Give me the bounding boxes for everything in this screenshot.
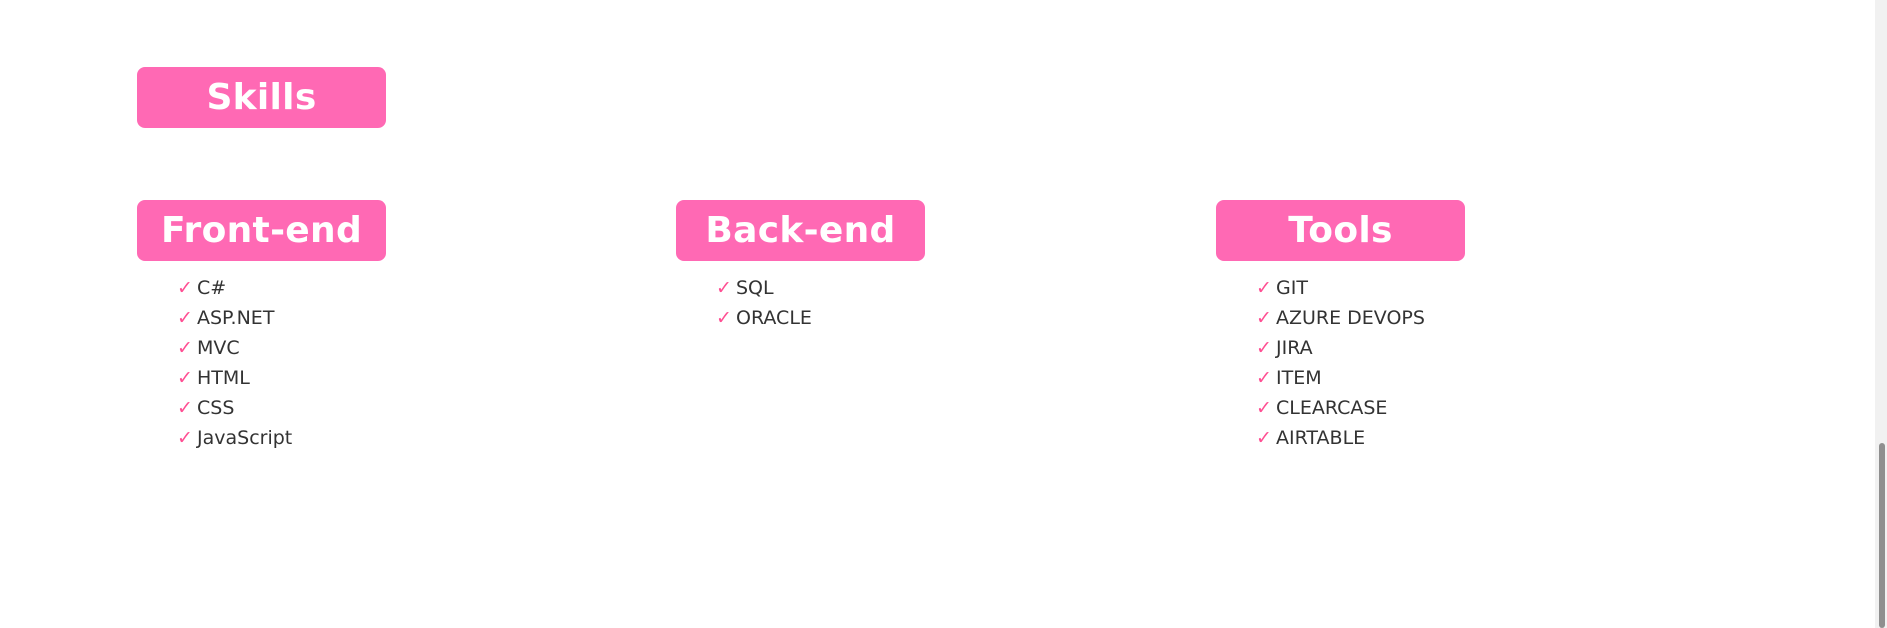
skill-label: ORACLE (736, 307, 812, 329)
check-icon: ✓ (1256, 397, 1272, 419)
back-end-list: ✓ SQL ✓ ORACLE (716, 273, 812, 333)
check-icon: ✓ (1256, 337, 1272, 359)
front-end-list: ✓ C# ✓ ASP.NET ✓ MVC ✓ HTML ✓ CSS ✓ JavaScript (177, 273, 292, 453)
skill-label: CLEARCASE (1276, 397, 1388, 419)
check-icon: ✓ (1256, 427, 1272, 449)
list-item: ✓ HTML (177, 363, 292, 393)
list-item: ✓ ORACLE (716, 303, 812, 333)
list-item: ✓ SQL (716, 273, 812, 303)
check-icon: ✓ (716, 307, 732, 329)
list-item: ✓ AZURE DEVOPS (1256, 303, 1425, 333)
skill-label: SQL (736, 277, 774, 299)
skill-label: MVC (197, 337, 240, 359)
list-item: ✓ JIRA (1256, 333, 1425, 363)
skill-label: ASP.NET (197, 307, 275, 329)
list-item: ✓ AIRTABLE (1256, 423, 1425, 453)
list-item: ✓ MVC (177, 333, 292, 363)
check-icon: ✓ (177, 367, 193, 389)
list-item: ✓ ITEM (1256, 363, 1425, 393)
check-icon: ✓ (1256, 367, 1272, 389)
list-item: ✓ CSS (177, 393, 292, 423)
skill-label: HTML (197, 367, 250, 389)
list-item: ✓ GIT (1256, 273, 1425, 303)
check-icon: ✓ (177, 277, 193, 299)
check-icon: ✓ (177, 397, 193, 419)
list-item: ✓ C# (177, 273, 292, 303)
scrollbar-thumb[interactable] (1879, 443, 1885, 628)
list-item: ✓ CLEARCASE (1256, 393, 1425, 423)
skill-label: JavaScript (197, 427, 293, 449)
check-icon: ✓ (1256, 307, 1272, 329)
skill-label: ITEM (1276, 367, 1322, 389)
check-icon: ✓ (177, 427, 193, 449)
list-item: ✓ ASP.NET (177, 303, 292, 333)
skill-label: AIRTABLE (1276, 427, 1366, 449)
page-scrollbar[interactable] (1875, 0, 1887, 628)
category-title-front-end: Front-end (137, 200, 386, 261)
category-title-tools: Tools (1216, 200, 1465, 261)
category-title-back-end: Back-end (676, 200, 925, 261)
skill-label: CSS (197, 397, 235, 419)
skill-label: GIT (1276, 277, 1308, 299)
check-icon: ✓ (177, 307, 193, 329)
skill-label: JIRA (1276, 337, 1313, 359)
list-item: ✓ JavaScript (177, 423, 292, 453)
tools-list: ✓ GIT ✓ AZURE DEVOPS ✓ JIRA ✓ ITEM ✓ CLEARCAS… (1256, 273, 1425, 453)
check-icon: ✓ (716, 277, 732, 299)
check-icon: ✓ (177, 337, 193, 359)
check-icon: ✓ (1256, 277, 1272, 299)
skill-label: C# (197, 277, 227, 299)
section-title-skills: Skills (137, 67, 386, 128)
skill-label: AZURE DEVOPS (1276, 307, 1425, 329)
